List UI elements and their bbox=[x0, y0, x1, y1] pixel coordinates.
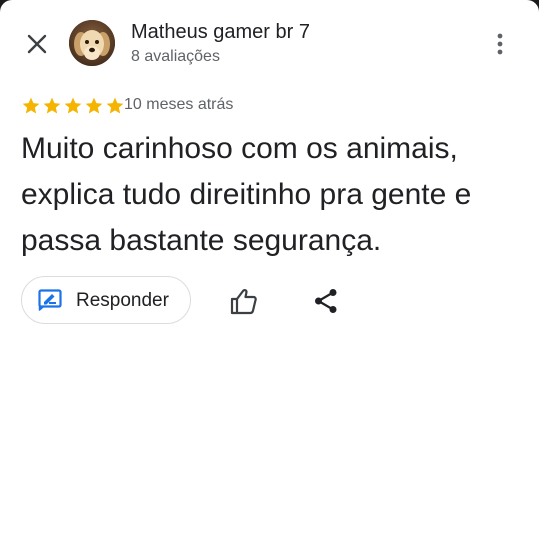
close-button[interactable] bbox=[22, 29, 52, 59]
share-button[interactable] bbox=[312, 287, 340, 315]
review-text: Muito carinhoso com os animais, explica … bbox=[21, 132, 472, 257]
more-vert-icon bbox=[497, 33, 503, 55]
star-icon bbox=[106, 97, 124, 114]
like-button[interactable] bbox=[228, 285, 260, 317]
star-rating bbox=[21, 96, 125, 116]
reply-button-label: Responder bbox=[76, 290, 169, 311]
avatar[interactable] bbox=[69, 20, 115, 66]
star-icon bbox=[22, 97, 40, 114]
reply-button[interactable]: Responder bbox=[21, 276, 191, 324]
reviews-count: 8 avaliações bbox=[131, 48, 220, 65]
thumb-up-icon bbox=[230, 289, 257, 315]
more-options-button[interactable] bbox=[488, 30, 512, 58]
dog-avatar-image bbox=[69, 20, 115, 66]
close-icon bbox=[27, 34, 47, 54]
star-icon bbox=[85, 97, 103, 114]
star-icon bbox=[43, 97, 61, 114]
reviewer-name[interactable]: Matheus gamer br 7 bbox=[131, 21, 310, 44]
review-time: 10 meses atrás bbox=[124, 96, 234, 113]
share-icon bbox=[315, 289, 337, 313]
star-icon bbox=[64, 97, 82, 114]
reply-icon bbox=[38, 289, 62, 311]
